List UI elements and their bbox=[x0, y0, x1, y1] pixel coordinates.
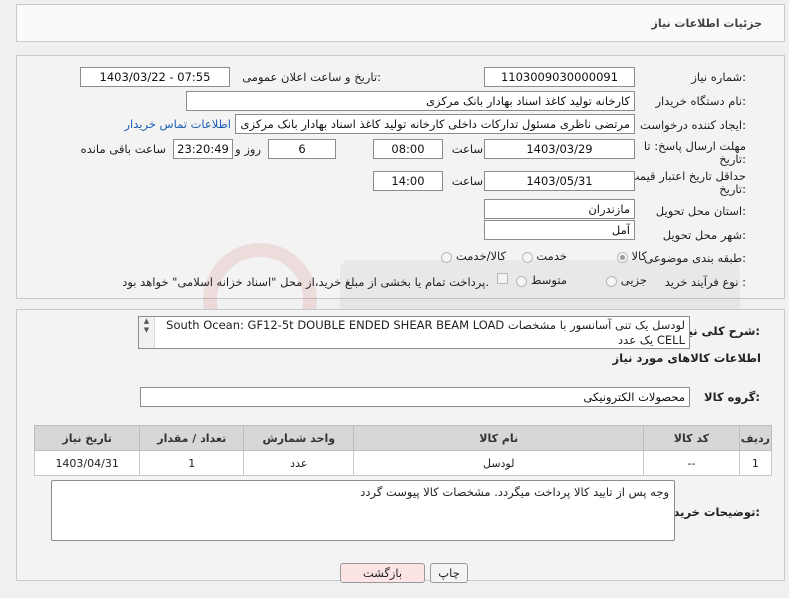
deadline-time-field[interactable]: 08:00 bbox=[373, 139, 443, 159]
col-row: ردیف bbox=[738, 425, 773, 451]
category-label: طبقه بندی موضوعی: bbox=[644, 251, 746, 265]
back-button[interactable]: بازگشت bbox=[340, 563, 425, 583]
cell-qty: 1 bbox=[139, 450, 245, 476]
buyer-notes-text: وجه پس از تایید کالا پرداخت میگردد. مشخص… bbox=[360, 485, 669, 499]
scrollbar[interactable]: ▲ ▼ bbox=[139, 317, 155, 348]
buyer-notes-textarea[interactable]: وجه پس از تایید کالا پرداخت میگردد. مشخص… bbox=[51, 480, 675, 541]
city-field[interactable]: آمل bbox=[484, 220, 635, 240]
cell-name: لودسل bbox=[353, 450, 645, 476]
radio-label: جزیی bbox=[620, 273, 647, 287]
page-header: جزئیات اطلاعات نیاز bbox=[16, 4, 785, 42]
category-radio-service[interactable]: خدمت bbox=[521, 249, 567, 263]
validity-date-field[interactable]: 1403/05/31 bbox=[484, 171, 635, 191]
radio-indicator[interactable] bbox=[441, 251, 453, 263]
radio-label: کالا bbox=[631, 249, 647, 263]
items-table-wrapper: ردیف کد کالا نام کالا واحد شمارش تعداد /… bbox=[33, 425, 773, 476]
deadline-time-label: ساعت bbox=[451, 142, 483, 156]
radio-indicator[interactable] bbox=[521, 251, 533, 263]
payment-note: پرداخت تمام یا بخشی از مبلغ خرید،از محل … bbox=[122, 275, 489, 289]
radio-label: خدمت bbox=[536, 249, 567, 263]
goods-section-title: اطلاعات کالاهای مورد نیاز bbox=[612, 351, 761, 365]
cell-unit: عدد bbox=[243, 450, 355, 476]
cell-row: 1 bbox=[738, 450, 773, 476]
days-field[interactable]: 6 bbox=[268, 139, 336, 159]
items-table: ردیف کد کالا نام کالا واحد شمارش تعداد /… bbox=[33, 425, 773, 476]
cell-code: -- bbox=[643, 450, 740, 476]
cell-date: 1403/04/31 bbox=[33, 450, 141, 476]
description-text: لودسل یک تنی آسانسور با مشخصات South Oce… bbox=[166, 318, 685, 347]
deadline-label: مهلت ارسال پاسخ: تا bbox=[643, 139, 746, 153]
deadline-date-label: تاریخ: bbox=[719, 152, 746, 166]
province-label: استان محل تحویل: bbox=[655, 204, 746, 218]
col-unit: واحد شمارش bbox=[243, 425, 355, 451]
col-date: تاریخ نیاز bbox=[33, 425, 141, 451]
creator-label: ایجاد کننده درخواست: bbox=[640, 118, 746, 132]
col-code: کد کالا bbox=[643, 425, 740, 451]
need-number-field[interactable]: 1103009030000091 bbox=[484, 67, 635, 87]
deadline-date-field[interactable]: 1403/03/29 bbox=[484, 139, 635, 159]
announce-label: تاریخ و ساعت اعلان عمومی: bbox=[242, 70, 381, 84]
radio-label: کالا/خدمت bbox=[455, 249, 506, 263]
radio-indicator[interactable] bbox=[606, 275, 618, 287]
buyer-notes-label: توضیحات خریدار: bbox=[662, 505, 760, 519]
radio-label: متوسط bbox=[530, 273, 567, 287]
scroll-up-icon[interactable]: ▲ bbox=[139, 317, 154, 326]
buyer-field[interactable]: کارخانه تولید کاغذ اسناد بهادار بانک مرک… bbox=[186, 91, 635, 111]
description-label: شرح کلی نیاز: bbox=[677, 324, 760, 338]
goods-group-label: گروه کالا: bbox=[704, 390, 760, 404]
remaining-time-field[interactable]: 23:20:49 bbox=[173, 139, 233, 159]
remaining-label: ساعت باقی مانده bbox=[80, 142, 166, 156]
creator-field[interactable]: مرتضی ناظری مسئول تدارکات داخلی کارخانه … bbox=[235, 114, 635, 134]
category-radio-goods[interactable]: کالا bbox=[616, 249, 647, 263]
page-title: جزئیات اطلاعات نیاز bbox=[651, 17, 763, 30]
announce-field[interactable]: 1403/03/22 - 07:55 bbox=[80, 67, 230, 87]
scroll-down-icon[interactable]: ▼ bbox=[139, 326, 154, 335]
radio-indicator[interactable] bbox=[616, 251, 628, 263]
validity-time-label: ساعت bbox=[451, 174, 483, 188]
radio-indicator[interactable] bbox=[516, 275, 528, 287]
print-button[interactable]: چاپ bbox=[430, 563, 468, 583]
description-textarea[interactable]: لودسل یک تنی آسانسور با مشخصات South Oce… bbox=[138, 316, 690, 349]
contact-buyer-link[interactable]: اطلاعات تماس خریدار bbox=[124, 117, 231, 131]
table-header-row: ردیف کد کالا نام کالا واحد شمارش تعداد /… bbox=[33, 425, 773, 451]
buyer-label: نام دستگاه خریدار: bbox=[655, 94, 746, 108]
need-number-label: شماره نیاز: bbox=[691, 70, 746, 84]
process-radio-minor[interactable]: جزیی bbox=[606, 273, 647, 287]
validity-date-label: تاریخ: bbox=[719, 182, 746, 196]
process-radio-medium[interactable]: متوسط bbox=[516, 273, 567, 287]
city-label: شهر محل تحویل: bbox=[662, 228, 746, 242]
province-field[interactable]: مازندران bbox=[484, 199, 635, 219]
table-row[interactable]: 1 -- لودسل عدد 1 1403/04/31 bbox=[33, 450, 773, 476]
goods-group-field[interactable]: محصولات الکترونیکی bbox=[140, 387, 690, 407]
payment-checkbox[interactable] bbox=[497, 273, 508, 284]
col-qty: تعداد / مقدار bbox=[139, 425, 245, 451]
category-radio-goods-service[interactable]: کالا/خدمت bbox=[441, 249, 506, 263]
validity-time-field[interactable]: 14:00 bbox=[373, 171, 443, 191]
days-label: روز و bbox=[235, 142, 261, 156]
col-name: نام کالا bbox=[353, 425, 645, 451]
process-label: نوع فرآیند خرید : bbox=[664, 275, 746, 289]
